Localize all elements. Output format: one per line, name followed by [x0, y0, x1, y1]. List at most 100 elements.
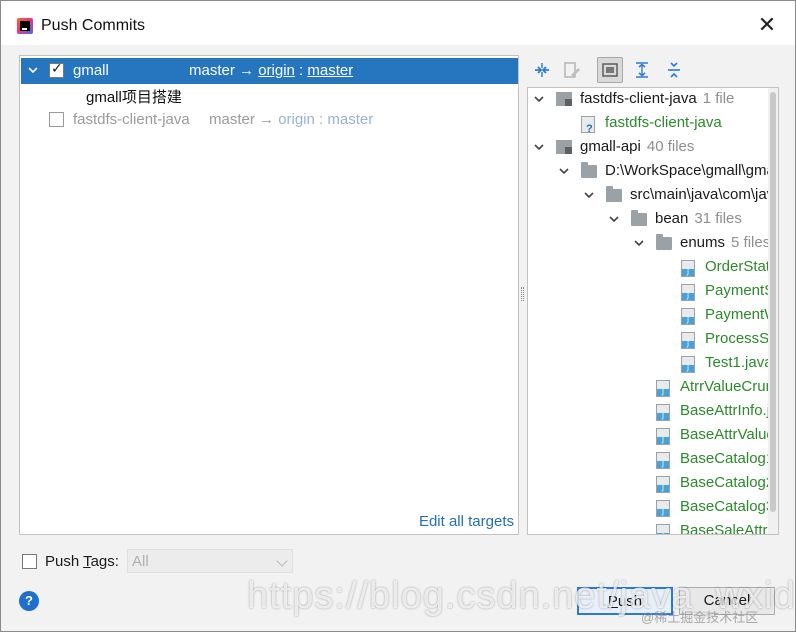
remote-branch-link[interactable]: master [327, 111, 373, 128]
repo-name: fastdfs-client-java [73, 111, 190, 128]
repo-checkbox-fastdfs[interactable] [49, 112, 64, 127]
tree-node[interactable]: PaymentStatus.java [528, 280, 778, 304]
vertical-scrollbar[interactable] [768, 88, 778, 534]
push-tags-label: Push Tags: [45, 553, 119, 570]
java-file-icon [681, 260, 697, 277]
chevron-down-icon [276, 555, 288, 567]
file-count: 1 file [702, 90, 735, 107]
chevron-down-icon[interactable] [557, 164, 571, 178]
remote-link[interactable]: origin [258, 62, 295, 79]
tree-node-label: enums [680, 234, 726, 251]
tree-node[interactable]: BaseAttrInfo.java [528, 400, 778, 424]
tree-node-label: BaseSaleAttr.java [680, 522, 778, 535]
local-branch: master [209, 111, 255, 128]
chevron-down-icon[interactable] [607, 212, 621, 226]
repo-name: gmall [73, 62, 109, 79]
tree-node-label: BaseCatalog2.java [680, 474, 778, 491]
separator: : [294, 62, 308, 79]
java-file-icon [656, 380, 672, 397]
remote-link[interactable]: origin [278, 111, 315, 128]
java-file-icon [656, 404, 672, 421]
tree-node[interactable]: BaseCatalog3.java [528, 496, 778, 520]
java-file-icon [656, 500, 672, 517]
push-tags-checkbox[interactable] [22, 554, 37, 569]
tree-node[interactable]: gmall-api 40 files [528, 136, 768, 160]
commit-item[interactable]: gmall项目搭建 [86, 86, 182, 107]
intellij-app-icon [17, 18, 33, 34]
scrollbar-thumb[interactable] [770, 92, 776, 512]
tree-node[interactable]: BaseAttrValue.java [528, 424, 778, 448]
push-tags-text: Push [45, 553, 84, 570]
arrow: → [259, 111, 275, 128]
collapse-expand-icon[interactable] [529, 57, 555, 83]
tree-node[interactable]: enums 5 files [528, 232, 771, 256]
help-icon[interactable]: ? [19, 591, 39, 611]
tree-node[interactable]: fastdfs-client-java [528, 112, 768, 136]
tree-node-label: fastdfs-client-java [605, 114, 722, 131]
edit-source-icon[interactable] [559, 57, 585, 83]
repo-row-fastdfs[interactable]: fastdfs-client-java master → origin : ma… [21, 108, 518, 132]
tree-node[interactable]: src\main\java\com\java [528, 184, 778, 208]
folder-icon [581, 162, 597, 180]
push-target: master → origin : master [189, 62, 353, 79]
chevron-down-icon[interactable] [532, 92, 546, 106]
chevron-down-icon[interactable] [632, 236, 646, 250]
dialog-title: Push Commits [41, 17, 146, 34]
repo-row-gmall[interactable]: gmall master → origin : master [21, 58, 518, 84]
tree-node[interactable]: fastdfs-client-java 1 file [528, 88, 768, 112]
push-tags-text-end: ags: [90, 553, 119, 570]
tree-node-label: fastdfs-client-java [580, 90, 697, 107]
splitter-handle[interactable] [521, 287, 524, 301]
chevron-down-icon[interactable] [582, 188, 596, 202]
group-by-module-icon[interactable] [597, 57, 623, 83]
collapse-all-icon[interactable] [661, 57, 687, 83]
tree-node[interactable]: bean 31 files [528, 208, 768, 232]
java-file-icon [656, 428, 672, 445]
expand-all-icon[interactable] [629, 57, 655, 83]
separator: : [314, 111, 328, 128]
tree-node[interactable]: AtrrValueCrumb.java [528, 376, 778, 400]
push-tags-select[interactable]: All [127, 549, 293, 573]
tags-select-value: All [132, 553, 149, 570]
chevron-down-icon[interactable] [532, 140, 546, 154]
tree-node[interactable]: BaseCatalog2.java [528, 472, 778, 496]
changes-toolbar [527, 57, 777, 85]
tree-node[interactable]: Test1.java [528, 352, 773, 376]
java-file-icon [656, 524, 672, 534]
tree-node[interactable]: OrderStatus.java [528, 256, 778, 280]
tree-node[interactable]: BaseSaleAttr.java [528, 520, 778, 534]
commits-panel: gmall master → origin : master gmall项目搭建… [19, 55, 519, 535]
tree-node[interactable]: PaymentWay.java [528, 304, 778, 328]
tree-node[interactable]: ProcessStatus.java [528, 328, 778, 352]
java-file-icon [681, 356, 697, 373]
folder-icon [631, 210, 647, 228]
java-file-icon [656, 452, 672, 469]
tree-node-label: gmall-api [580, 138, 641, 155]
tree-node-label: BaseAttrInfo.java [680, 402, 778, 419]
push-mnemonic: P [607, 593, 618, 610]
java-file-icon [681, 308, 697, 325]
tree-node-label: bean [655, 210, 689, 227]
java-file-icon [656, 476, 672, 493]
edit-all-targets-link[interactable]: Edit all targets [419, 513, 514, 530]
tree-node-label: BaseAttrValue.java [680, 426, 778, 443]
tree-node[interactable]: BaseCatalog1.java [528, 448, 778, 472]
push-commits-dialog: Push Commits ✕ gmall master → origin : m… [0, 0, 796, 632]
tree-node-label: BaseCatalog3.java [680, 498, 778, 515]
local-branch: master [189, 62, 235, 79]
repo-checkbox-gmall[interactable] [49, 61, 64, 78]
arrow: → [239, 62, 255, 79]
tree-node-label: AtrrValueCrumb.java [680, 378, 778, 395]
close-icon[interactable]: ✕ [755, 13, 779, 37]
java-file-icon [681, 284, 697, 301]
file-count: 5 files [731, 234, 771, 251]
unknown-file-icon [581, 116, 597, 135]
chevron-down-icon[interactable] [26, 63, 40, 77]
java-file-icon [681, 332, 697, 349]
folder-icon [606, 186, 622, 204]
tree-node-label: D:\WorkSpace\gmall\gmall-api [605, 162, 778, 179]
push-target: master → origin : master [209, 111, 373, 128]
changes-tree: fastdfs-client-java1 filefastdfs-client-… [527, 87, 779, 535]
tree-node[interactable]: D:\WorkSpace\gmall\gmall-api [528, 160, 778, 184]
remote-branch-link[interactable]: master [307, 62, 353, 79]
